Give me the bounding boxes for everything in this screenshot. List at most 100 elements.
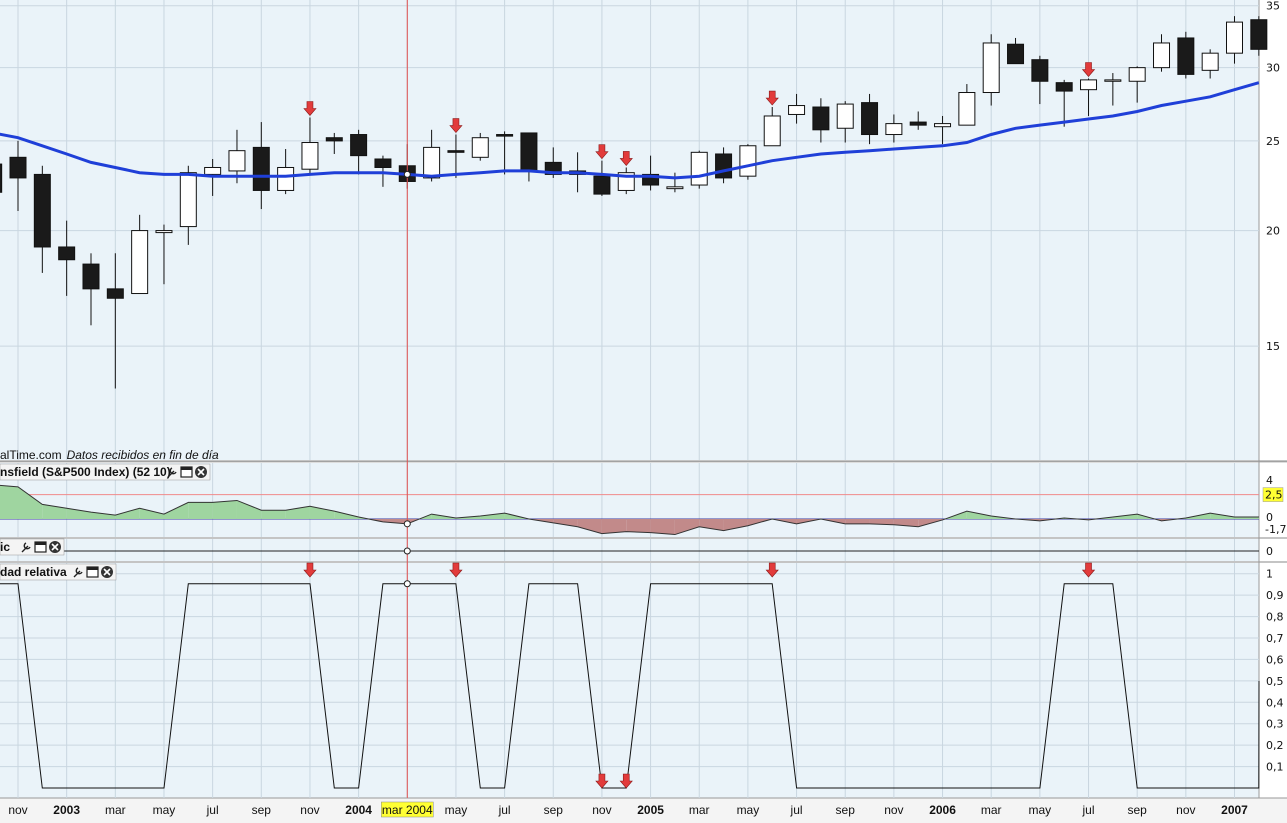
- price-tick-label: 30: [1266, 62, 1280, 75]
- relative-tick-label: 0,4: [1266, 696, 1284, 709]
- candle-body[interactable]: [715, 153, 733, 179]
- price-tick-label: 35: [1266, 0, 1280, 13]
- x-month-label: jul: [498, 803, 511, 817]
- candle-body[interactable]: [958, 92, 976, 126]
- x-year-label: 2003: [53, 803, 80, 817]
- window-icon-bar: [181, 467, 192, 470]
- cursor-point: [403, 520, 411, 528]
- mansfield-area: [845, 518, 870, 524]
- candle-body[interactable]: [277, 166, 295, 191]
- x-month-label: mar: [981, 803, 1002, 817]
- candle-body[interactable]: [909, 121, 927, 126]
- mansfield-area: [212, 500, 237, 519]
- candle-body[interactable]: [763, 115, 781, 147]
- relative-tick-label: 0,2: [1266, 739, 1284, 752]
- relative-tick-label: 0,5: [1266, 675, 1284, 688]
- cursor-date-label: mar 2004: [382, 803, 433, 817]
- candle-body[interactable]: [1031, 59, 1049, 82]
- candle-body[interactable]: [520, 132, 538, 172]
- relative-title: dad relativa: [0, 565, 67, 579]
- candle-body[interactable]: [252, 146, 270, 191]
- candle-body[interactable]: [1128, 67, 1146, 82]
- candle-body[interactable]: [0, 163, 3, 193]
- window-icon-bar: [35, 542, 46, 545]
- mansfield-area: [0, 485, 18, 519]
- candle-body[interactable]: [934, 123, 952, 128]
- candle-body[interactable]: [861, 102, 879, 136]
- candle-body[interactable]: [666, 186, 684, 190]
- candle-body[interactable]: [1055, 82, 1073, 92]
- candle-body[interactable]: [301, 142, 319, 170]
- x-month-label: sep: [1128, 803, 1148, 817]
- x-month-label: jul: [790, 803, 803, 817]
- candle-body[interactable]: [1007, 43, 1025, 65]
- cursor-point: [403, 547, 411, 555]
- relative-tick-label: 0,6: [1266, 653, 1284, 666]
- candle-body[interactable]: [496, 134, 514, 137]
- x-month-label: nov: [300, 803, 319, 817]
- candle-body[interactable]: [1104, 79, 1122, 82]
- candle-body[interactable]: [739, 145, 757, 177]
- candle-body[interactable]: [179, 172, 197, 228]
- mansfield-area: [626, 518, 651, 533]
- candle-body[interactable]: [155, 230, 173, 234]
- x-month-label: may: [153, 803, 176, 817]
- mansfield-area: [188, 502, 213, 519]
- candle-body[interactable]: [471, 137, 489, 158]
- candle-body[interactable]: [1080, 79, 1098, 91]
- mansfield-tick-label: 4: [1266, 474, 1273, 487]
- indicator-title: ic: [0, 540, 10, 554]
- candle-body[interactable]: [788, 105, 806, 115]
- chart-window: 15 20 25 30 35 alTime.com Datos recibidos en f…: [0, 0, 1287, 823]
- candle-body[interactable]: [885, 123, 903, 136]
- candle-body[interactable]: [1250, 19, 1268, 50]
- candle-body[interactable]: [204, 166, 222, 175]
- cursor-point: [403, 170, 411, 178]
- candle-body[interactable]: [836, 103, 854, 129]
- candle-body[interactable]: [106, 288, 124, 299]
- mansfield-area: [601, 518, 627, 534]
- candle-body[interactable]: [1201, 52, 1219, 71]
- x-month-label: sep: [252, 803, 272, 817]
- relative-tick-label: 0,3: [1266, 718, 1284, 731]
- x-month-label: sep: [544, 803, 564, 817]
- candle-body[interactable]: [1153, 42, 1171, 69]
- x-month-label: may: [445, 803, 468, 817]
- data-source-label: alTime.com Datos recibidos en fin de día: [0, 448, 219, 462]
- x-month-label: nov: [1176, 803, 1195, 817]
- candle-body[interactable]: [33, 173, 51, 248]
- candle-body[interactable]: [1177, 37, 1195, 75]
- x-year-label: 2006: [929, 803, 956, 817]
- candle-body[interactable]: [58, 246, 76, 261]
- candle-body[interactable]: [690, 151, 708, 186]
- candle-body[interactable]: [812, 106, 830, 131]
- candle-body[interactable]: [423, 146, 441, 179]
- x-year-label: 2007: [1221, 803, 1248, 817]
- candle-body[interactable]: [82, 263, 100, 290]
- candle-body[interactable]: [374, 158, 392, 168]
- x-month-label: mar: [105, 803, 126, 817]
- candle-body[interactable]: [131, 230, 149, 295]
- candle-body[interactable]: [325, 137, 343, 142]
- candle-body[interactable]: [350, 134, 368, 157]
- mansfield-tick-label: -1,7: [1265, 523, 1286, 536]
- candle-body[interactable]: [593, 175, 611, 195]
- candle-body[interactable]: [982, 42, 1000, 94]
- mansfield-title: nsfield (S&P500 Index) (52 10): [0, 465, 171, 479]
- relative-tick-label: 1: [1266, 568, 1273, 581]
- chart-canvas[interactable]: 15 20 25 30 35 alTime.com Datos recibidos en f…: [0, 0, 1287, 823]
- x-month-label: nov: [884, 803, 903, 817]
- x-month-label: nov: [8, 803, 27, 817]
- x-year-label: 2005: [637, 803, 664, 817]
- x-month-label: mar: [689, 803, 710, 817]
- candle-body[interactable]: [228, 150, 246, 172]
- candle-body[interactable]: [1226, 21, 1243, 54]
- indicator-panel: [0, 539, 1259, 561]
- relative-tick-label: 0,7: [1266, 632, 1284, 645]
- candle-body[interactable]: [447, 150, 465, 153]
- candle-body[interactable]: [9, 156, 27, 179]
- mansfield-tick-label: 2,5: [1265, 489, 1283, 502]
- mansfield-area: [261, 510, 286, 519]
- relative-tick-label: 0,9: [1266, 589, 1284, 602]
- x-month-label: may: [1029, 803, 1052, 817]
